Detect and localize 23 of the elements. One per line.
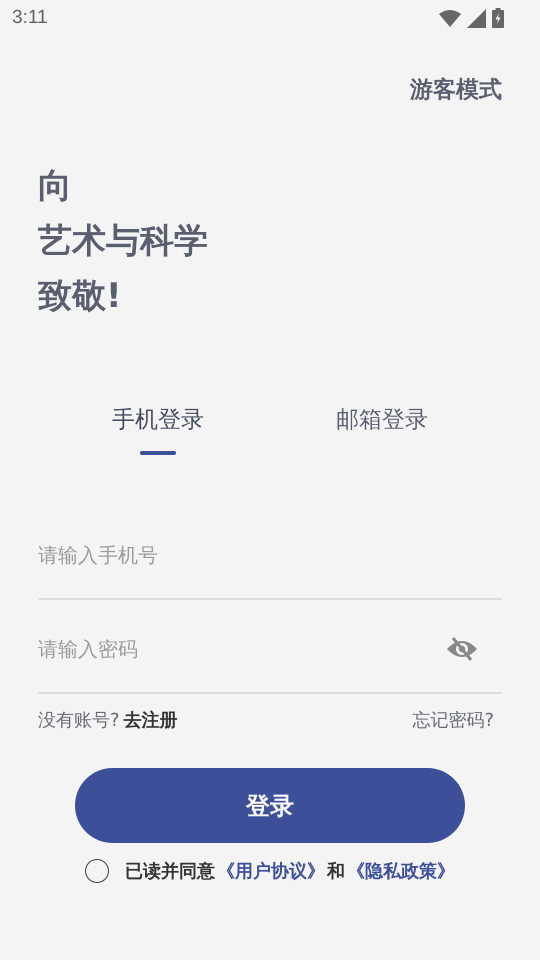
tab-indicator [140, 451, 176, 455]
no-account-text: 没有账号? [38, 709, 120, 732]
agreement-text: 已读并同意 [125, 860, 215, 883]
login-tab[interactable]: 邮箱登录 [270, 404, 494, 456]
headline-line: 艺术与科学 [38, 220, 209, 263]
wifi-icon [439, 9, 461, 27]
phone-field[interactable]: 请输入手机号 [38, 543, 502, 567]
login-button[interactable]: 登录 [75, 768, 465, 843]
battery-charging-icon [492, 8, 504, 28]
status-time: 3:11 [12, 7, 48, 29]
forgot-password-link[interactable]: 忘记密码? [412, 708, 494, 732]
password-field[interactable]: 请输入密码 [38, 637, 446, 661]
guest-mode-button[interactable]: 游客模式 [410, 74, 502, 105]
agree-checkbox[interactable] [85, 859, 109, 883]
register-link[interactable]: 去注册 [124, 708, 178, 732]
and-text: 和 [327, 860, 345, 883]
headline-line: 致敬! [38, 275, 123, 318]
headline-line: 向 [38, 165, 73, 208]
privacy-policy-link[interactable]: 《隐私政策》 [347, 859, 455, 883]
user-agreement-link[interactable]: 《用户协议》 [217, 859, 325, 883]
signal-icon [467, 8, 486, 28]
eye-slash-icon[interactable] [446, 636, 478, 662]
login-tab[interactable]: 手机登录 [46, 404, 270, 456]
